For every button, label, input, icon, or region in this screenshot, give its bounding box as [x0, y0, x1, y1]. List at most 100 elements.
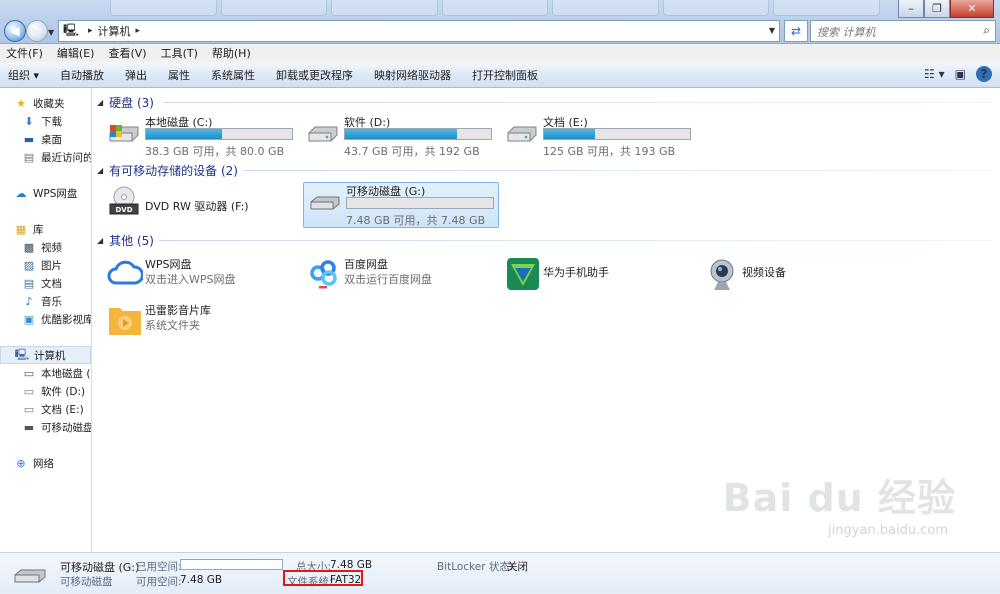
item-baidu-netdisk[interactable]: 百度网盘 双击运行百度网盘 [302, 254, 498, 294]
group-divider [243, 170, 993, 171]
help-icon[interactable]: ? [976, 66, 992, 82]
drive-icon [308, 126, 338, 142]
collapse-icon[interactable]: ◢ [97, 98, 103, 107]
sidebar-label: 音乐 [41, 295, 62, 308]
sidebar-item-drive-c[interactable]: ▭ 本地磁盘 (C: [22, 364, 91, 382]
picture-icon: ▨ [23, 258, 35, 272]
baidu-jingyan-watermark: Bai du 经验 [722, 476, 956, 520]
sidebar-item-youku[interactable]: ▣ 优酷影视库 [22, 310, 92, 328]
menu-file[interactable]: 文件(F) [6, 45, 43, 61]
preview-pane-icon[interactable]: ▣ [955, 67, 966, 81]
item-wps-cloud[interactable]: WPS网盘 双击进入WPS网盘 [103, 254, 299, 294]
sidebar-item-downloads[interactable]: ⬇ 下载 [22, 112, 62, 130]
close-button[interactable]: ✕ [950, 0, 994, 18]
menu-edit[interactable]: 编辑(E) [57, 45, 95, 61]
sidebar-label: 图片 [41, 259, 62, 272]
sidebar-item-wps[interactable]: ☁ WPS网盘 [14, 184, 78, 202]
group-title: 其他 (5) [109, 233, 154, 248]
forward-button[interactable]: ▶ [26, 20, 48, 42]
recent-places-icon: ▤ [23, 150, 35, 164]
sidebar-label: 软件 (D:) [41, 385, 86, 398]
collapse-icon[interactable]: ◢ [97, 166, 103, 175]
drive-tile-c[interactable]: 本地磁盘 (C:) 38.3 GB 可用，共 80.0 GB [103, 114, 299, 160]
drive-usage-bar [145, 128, 293, 140]
sidebar-item-recent[interactable]: ▤ 最近访问的位 [22, 148, 91, 166]
group-header-hdd[interactable]: ◢ 硬盘 (3) [97, 94, 154, 110]
sidebar-favorites[interactable]: ★ 收藏夹 [14, 94, 64, 112]
maximize-button[interactable]: ❐ [924, 0, 950, 18]
title-bar: – ❐ ✕ ◀ ▶ ▼ 🖳 ▸ 计算机 ▸ ▼ ⇄ 搜索 计算机 ⌕ [0, 0, 1000, 44]
library-icon: ▦ [15, 222, 27, 236]
sidebar-item-documents[interactable]: ▤ 文档 [22, 274, 62, 292]
view-options-icon[interactable]: ☷ ▾ [924, 67, 945, 81]
collapse-icon[interactable]: ◢ [97, 236, 103, 245]
sidebar-label: 优酷影视库 [41, 313, 92, 326]
organize-button[interactable]: 组织 ▾ [8, 67, 39, 83]
sidebar-item-music[interactable]: ♪ 音乐 [22, 292, 62, 310]
system-properties-button[interactable]: 系统属性 [211, 67, 255, 83]
item-description: 双击运行百度网盘 [344, 273, 432, 286]
open-control-panel-button[interactable]: 打开控制面板 [472, 67, 538, 83]
drive-usage-fill [345, 129, 458, 139]
recent-pages-dropdown[interactable]: ▼ [48, 28, 54, 37]
usb-drive-icon [14, 569, 46, 583]
drive-tile-f[interactable]: DVD DVD RW 驱动器 (F:) [103, 184, 299, 230]
sidebar-network[interactable]: ⊕ 网络 [14, 454, 54, 472]
command-bar: 组织 ▾ 自动播放 弹出 属性 系统属性 卸载或更改程序 映射网络驱动器 打开控… [0, 62, 1000, 88]
sidebar-label: 下载 [41, 115, 62, 128]
minimize-button[interactable]: – [898, 0, 924, 18]
group-divider [159, 240, 993, 241]
drive-tile-e[interactable]: 文档 (E:) 125 GB 可用，共 193 GB [501, 114, 697, 160]
sidebar-item-desktop[interactable]: ▬ 桌面 [22, 130, 62, 148]
bitlocker-value: 关闭 [507, 561, 528, 573]
sidebar-label: 桌面 [41, 133, 62, 146]
drive-space-info: 125 GB 可用，共 193 GB [543, 145, 676, 158]
breadcrumb-computer[interactable]: 计算机 [98, 23, 131, 39]
menu-view[interactable]: 查看(V) [108, 45, 146, 61]
sidebar-item-drive-g[interactable]: ▬ 可移动磁盘 ( [22, 418, 91, 436]
back-button[interactable]: ◀ [4, 20, 26, 42]
background-window-tabs [110, 0, 881, 18]
drive-usage-fill [146, 129, 222, 139]
map-network-drive-button[interactable]: 映射网络驱动器 [374, 67, 451, 83]
item-video-device[interactable]: 视频设备 [700, 254, 896, 294]
group-header-other[interactable]: ◢ 其他 (5) [97, 232, 154, 248]
properties-button[interactable]: 属性 [168, 67, 190, 83]
address-bar[interactable]: 🖳 ▸ 计算机 ▸ ▼ [58, 20, 780, 42]
item-xunlei-library[interactable]: 迅雷影音片库 系统文件夹 [103, 300, 299, 340]
breadcrumb-separator-icon[interactable]: ▸ [136, 26, 141, 36]
sidebar-item-pictures[interactable]: ▨ 图片 [22, 256, 62, 274]
autoplay-button[interactable]: 自动播放 [60, 67, 104, 83]
menu-bar: 文件(F) 编辑(E) 查看(V) 工具(T) 帮助(H) [0, 44, 1000, 62]
drive-icon: ▭ [23, 402, 35, 416]
document-icon: ▤ [23, 276, 35, 290]
windows-drive-icon: ▭ [23, 366, 35, 380]
refresh-button[interactable]: ⇄ [784, 20, 808, 42]
sidebar-label: 库 [33, 223, 44, 236]
uninstall-program-button[interactable]: 卸载或更改程序 [276, 67, 353, 83]
item-huawei-assistant[interactable]: 华为手机助手 [501, 254, 697, 294]
details-pane: 可移动磁盘 (G:) 可移动磁盘 已用空间: 可用空间: 7.48 GB 总大小… [0, 552, 1000, 594]
breadcrumb-separator-icon[interactable]: ▸ [88, 26, 93, 36]
item-description: 双击进入WPS网盘 [145, 273, 236, 286]
sidebar-item-drive-d[interactable]: ▭ 软件 (D:) [22, 382, 85, 400]
drive-tile-g[interactable]: 可移动磁盘 (G:) 7.48 GB 可用，共 7.48 GB [303, 182, 499, 228]
search-input[interactable]: 搜索 计算机 ⌕ [810, 20, 996, 42]
sidebar-item-drive-e[interactable]: ▭ 文档 (E:) [22, 400, 84, 418]
sidebar-item-videos[interactable]: ▩ 视频 [22, 238, 62, 256]
group-title: 硬盘 (3) [109, 95, 154, 110]
search-icon[interactable]: ⌕ [983, 23, 990, 38]
menu-help[interactable]: 帮助(H) [212, 45, 251, 61]
drive-name: DVD RW 驱动器 (F:) [145, 200, 249, 213]
drive-space-info: 38.3 GB 可用，共 80.0 GB [145, 145, 285, 158]
sidebar-library[interactable]: ▦ 库 [14, 220, 44, 238]
group-header-removable[interactable]: ◢ 有可移动存储的设备 (2) [97, 162, 238, 178]
webcam-icon [710, 259, 734, 290]
drive-tile-d[interactable]: 软件 (D:) 43.7 GB 可用，共 192 GB [302, 114, 498, 160]
sidebar-label: 计算机 [34, 349, 66, 362]
menu-tools[interactable]: 工具(T) [161, 45, 198, 61]
folder-icon [109, 308, 141, 335]
sidebar-computer[interactable]: 🖳 计算机 [0, 346, 91, 364]
address-history-icon[interactable]: ▼ [769, 26, 775, 35]
eject-button[interactable]: 弹出 [125, 67, 147, 83]
